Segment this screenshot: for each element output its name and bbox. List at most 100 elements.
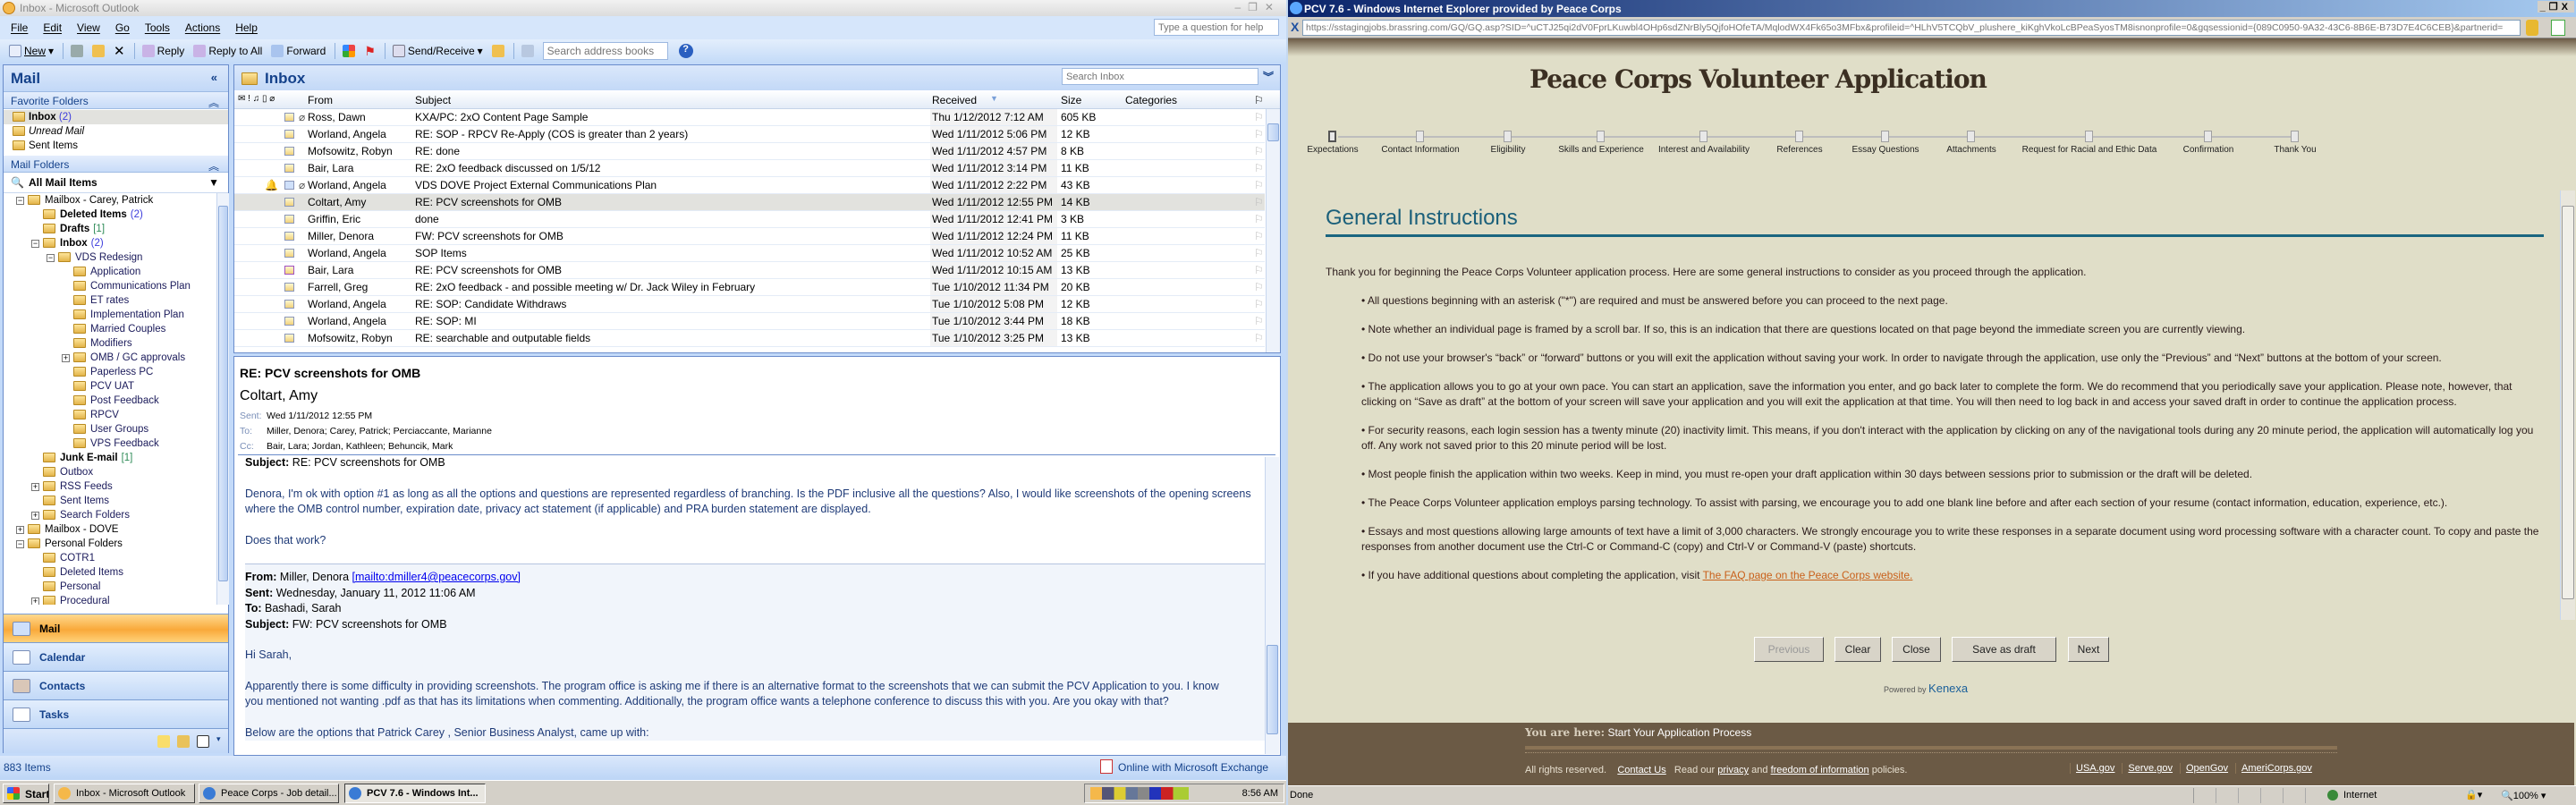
flag-icon[interactable]: ⚐: [1254, 296, 1264, 312]
tray-icons[interactable]: [1090, 787, 1189, 800]
flag-icon[interactable]: ⚐: [1254, 126, 1264, 142]
zoom-level[interactable]: 🔍100% ▾: [2501, 790, 2546, 801]
folder-tree-item[interactable]: Junk E-mail [1]: [4, 451, 216, 465]
collapse-icon[interactable]: −: [47, 254, 55, 262]
flag-icon[interactable]: ⚐: [1254, 313, 1264, 329]
to-value[interactable]: Miller, Denora; Carey, Patrick; Perciacc…: [267, 426, 492, 436]
column-from[interactable]: From: [308, 94, 333, 106]
folder-tree-item[interactable]: PCV UAT: [4, 379, 216, 394]
cc-value[interactable]: Bair, Lara; Jordan, Kathleen; Behuncik, …: [267, 441, 453, 452]
favorite-folder-item[interactable]: Inbox (2): [4, 110, 228, 124]
flag-icon[interactable]: ⚐: [1254, 279, 1264, 295]
message-row[interactable]: Worland, Angela RE: SOP: Candidate Withdr…: [234, 296, 1265, 313]
message-row[interactable]: Farrell, Greg RE: 2xO feedback - and poss…: [234, 279, 1265, 296]
menu-edit[interactable]: Edit: [43, 21, 62, 34]
folder-tree-item[interactable]: + Procedural: [4, 594, 216, 605]
collapse-icon[interactable]: −: [31, 240, 39, 248]
folder-tree-item[interactable]: Drafts [1]: [4, 222, 216, 236]
favorite-folder-item[interactable]: Sent Items: [4, 139, 228, 153]
message-row[interactable]: Griffin, Eric done Wed 1/11/2012 12:41 PM 3…: [234, 211, 1265, 228]
message-row[interactable]: Bair, Lara RE: PCV screenshots for OMB Wed…: [234, 262, 1265, 279]
reply-all-button[interactable]: Reply to All: [193, 45, 262, 57]
start-button[interactable]: Start: [3, 784, 49, 803]
flag-icon[interactable]: ⚐: [1254, 177, 1264, 193]
flag-icon[interactable]: ⚐: [1254, 330, 1264, 346]
folder-tree-item[interactable]: Sent Items: [4, 494, 216, 508]
folder-tree-item[interactable]: Paperless PC: [4, 365, 216, 379]
configure-buttons-icon[interactable]: ▾: [216, 734, 221, 744]
folder-tree-item[interactable]: Modifiers: [4, 336, 216, 351]
menu-view[interactable]: View: [77, 21, 100, 34]
save-as-draft-button[interactable]: Save as draft: [1952, 637, 2056, 662]
clear-button[interactable]: Clear: [1835, 637, 1881, 662]
folder-tree-item[interactable]: + OMB / GC approvals: [4, 351, 216, 365]
flag-icon[interactable]: ⚐: [1254, 143, 1264, 159]
nav-button-contacts[interactable]: Contacts: [4, 671, 228, 699]
security-zone[interactable]: Internet: [2343, 790, 2377, 801]
ie-window-controls[interactable]: _❐X: [2537, 1, 2574, 13]
folder-tree-item[interactable]: − Mailbox - Carey, Patrick: [4, 193, 216, 208]
folder-tree-item[interactable]: VPS Feedback: [4, 436, 216, 451]
folder-tree-scrollbar[interactable]: [216, 193, 229, 605]
folder-tree-item[interactable]: Implementation Plan: [4, 308, 216, 322]
taskbar-pcv[interactable]: PCV 7.6 - Windows Int...: [344, 784, 486, 803]
privacy-link[interactable]: privacy: [1717, 765, 1749, 775]
search-inbox-input[interactable]: [1062, 68, 1258, 85]
protected-mode-icon[interactable]: 🔒▾: [2465, 789, 2482, 801]
favorite-folder-item[interactable]: Unread Mail: [4, 124, 228, 139]
nav-button-mail[interactable]: Mail: [4, 614, 228, 642]
page-scrollbar[interactable]: [2560, 191, 2575, 620]
flag-icon[interactable]: ⚐: [1254, 160, 1264, 176]
favorite-folders-header[interactable]: Favorite Folders ︽: [4, 92, 228, 109]
column-icons[interactable]: ✉ ! ♫ ▯ ⌀: [238, 94, 275, 104]
collapse-icon[interactable]: −: [16, 540, 24, 548]
message-row[interactable]: Worland, Angela RE: SOP: MI Tue 1/10/2012 …: [234, 313, 1265, 330]
message-list-scrollbar[interactable]: [1266, 109, 1280, 352]
scrollbar-thumb[interactable]: [1267, 645, 1278, 734]
message-row[interactable]: Worland, Angela SOP Items Wed 1/11/2012 10…: [234, 245, 1265, 262]
column-received[interactable]: Received: [932, 94, 977, 106]
menu-actions[interactable]: Actions: [185, 21, 220, 34]
message-row[interactable]: Bair, Lara RE: 2xO feedback discussed on …: [234, 160, 1265, 177]
flag-icon[interactable]: ⚐: [1254, 109, 1264, 125]
folder-tree-item[interactable]: + Mailbox - DOVE: [4, 522, 216, 537]
all-mail-items-dropdown[interactable]: 🔍 All Mail Items ▼: [4, 173, 228, 193]
message-sender[interactable]: Coltart, Amy: [240, 388, 318, 404]
folder-tree-item[interactable]: − VDS Redesign: [4, 250, 216, 265]
opengov-link[interactable]: OpenGov: [2179, 763, 2228, 774]
window-controls[interactable]: –❐✕: [1235, 1, 1282, 13]
move-button[interactable]: [92, 45, 106, 57]
taskbar-peace-corps[interactable]: Peace Corps - Job detail...: [199, 784, 339, 803]
taskbar-outlook[interactable]: Inbox - Microsoft Outlook: [54, 784, 195, 803]
reply-button[interactable]: Reply: [141, 45, 184, 57]
flag-icon[interactable]: ⚐: [1254, 228, 1264, 244]
forward-button[interactable]: Forward: [271, 45, 326, 57]
nav-button-calendar[interactable]: Calendar: [4, 642, 228, 671]
previous-button[interactable]: Previous: [1754, 637, 1824, 662]
compatibility-view-icon[interactable]: [2551, 20, 2565, 36]
americorps-gov-link[interactable]: AmeriCorps.gov: [2235, 763, 2312, 774]
next-button[interactable]: Next: [2068, 637, 2109, 662]
address-book-button[interactable]: [521, 45, 534, 57]
folder-tree-item[interactable]: RPCV: [4, 408, 216, 422]
menu-help[interactable]: Help: [235, 21, 258, 34]
column-subject[interactable]: Subject: [415, 94, 451, 106]
message-row[interactable]: Mofsowitz, Robyn RE: searchable and outpu…: [234, 330, 1265, 347]
menu-file[interactable]: File: [11, 21, 28, 34]
message-row[interactable]: Coltart, Amy RE: PCV screenshots for OMB W…: [234, 194, 1265, 211]
column-flag-icon[interactable]: ⚐: [1254, 94, 1264, 106]
message-row[interactable]: ⌀ Ross, Dawn KXA/PC: 2xO Content Page Samp…: [234, 109, 1265, 126]
collapse-icon[interactable]: −: [16, 197, 24, 205]
send-receive-button[interactable]: Send/Receive ▾: [392, 45, 483, 57]
folder-tree-item[interactable]: Married Couples: [4, 322, 216, 336]
folder-tree-item[interactable]: COTR1: [4, 551, 216, 565]
lock-icon[interactable]: [2526, 20, 2538, 36]
reading-pane-scrollbar[interactable]: [1265, 457, 1279, 754]
column-size[interactable]: Size: [1061, 94, 1081, 106]
flag-icon[interactable]: ⚐: [1254, 194, 1264, 210]
folder-tree-item[interactable]: Post Feedback: [4, 394, 216, 408]
expand-icon[interactable]: +: [31, 512, 39, 520]
find-button[interactable]: [491, 45, 504, 57]
url-field[interactable]: https://sstagingjobs.brassring.com/GQ/GQ…: [1302, 20, 2521, 36]
folder-tree-item[interactable]: + Search Folders: [4, 508, 216, 522]
